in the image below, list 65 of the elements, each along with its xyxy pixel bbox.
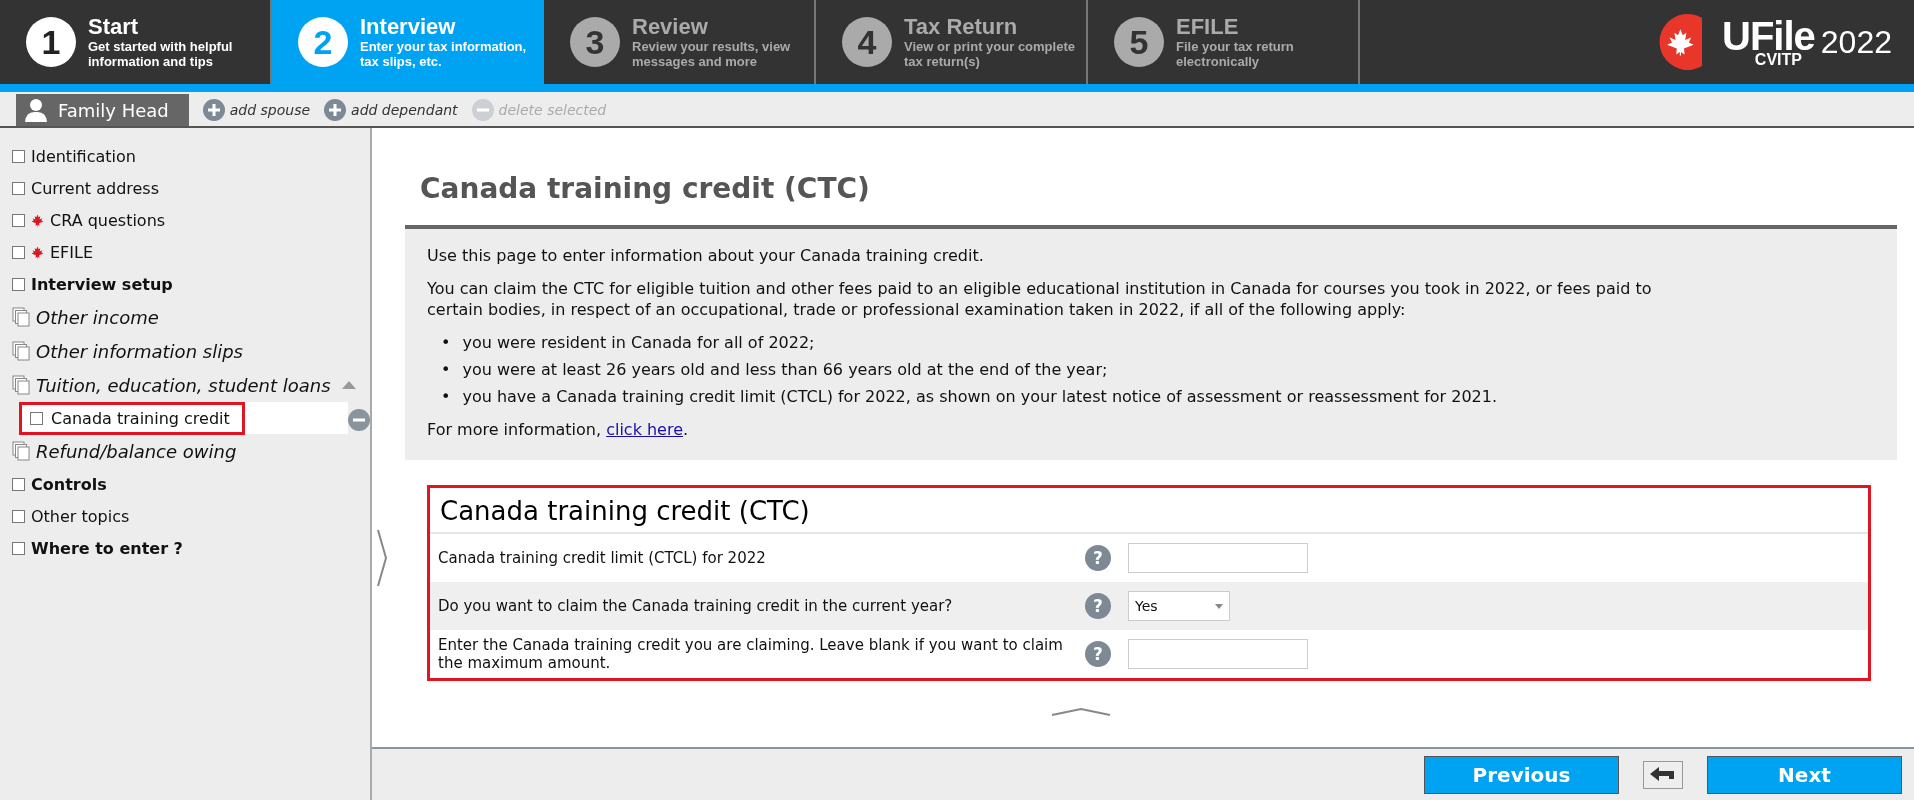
help-button[interactable]: ?: [1085, 545, 1111, 571]
action-link[interactable]: add dependant: [324, 94, 458, 126]
step-tab[interactable]: 1 Start Get started with helpful information and tips: [0, 0, 272, 84]
nav-item[interactable]: Tuition, education, student loans: [36, 373, 335, 397]
nav-item[interactable]: EFILE: [50, 241, 98, 263]
checkbox[interactable]: [12, 477, 25, 491]
info-text: You can claim the CTC for eligible tuition and other fees paid to an eligible educational institution in Canada for courses you took in 2022, or fees paid to certain bodies, in respect of an occupational, trade or professional examination taken in 2022, if all of the following apply:: [427, 278, 1653, 320]
help-button[interactable]: ?: [1085, 593, 1111, 619]
nav-item[interactable]: Interview setup: [31, 273, 177, 295]
bullet: •: [441, 359, 451, 380]
page-title: Canada training credit (CTC): [420, 172, 871, 205]
pages-icon: [12, 341, 30, 361]
bullet: •: [441, 386, 451, 407]
checkbox[interactable]: [12, 149, 25, 163]
plus-icon: [324, 99, 347, 121]
nav-item[interactable]: CRA questions: [50, 209, 170, 231]
step-tab[interactable]: 4 Tax Return View or print your complete tax return(s): [816, 0, 1088, 84]
field-label: Do you want to claim the Canada training credit in the current year?: [438, 597, 954, 615]
checkbox[interactable]: [12, 277, 25, 291]
nav-item[interactable]: Other income: [36, 305, 163, 329]
pages-icon: [12, 307, 30, 327]
family-tab[interactable]: Family Head: [16, 94, 189, 126]
minus-icon: [471, 99, 494, 121]
step-tab[interactable]: 5 EFILE File your tax return electronically: [1088, 0, 1360, 84]
help-button[interactable]: ?: [1085, 641, 1111, 667]
collapse-icon[interactable]: [342, 380, 356, 390]
checkbox[interactable]: [12, 181, 25, 195]
checkbox[interactable]: [12, 213, 25, 227]
form-title: Canada training credit (CTC): [430, 488, 1868, 534]
field-label: Enter the Canada training credit you are claiming. Leave blank if you want to claim the maximum amount.: [438, 636, 1064, 672]
link[interactable]: click here: [606, 420, 684, 439]
bullet-item: you were at least 26 years old and less than 66 years old at the end of the year;: [462, 359, 1108, 380]
step-tab[interactable]: 3 Review Review your results, view messages and more: [544, 0, 816, 84]
action-link[interactable]: add spouse: [202, 94, 311, 126]
dropdown[interactable]: Yes: [1128, 591, 1230, 621]
pages-icon: [12, 375, 30, 395]
nav-item[interactable]: Refund/balance owing: [36, 439, 241, 463]
bullet-item: you have a Canada training credit limit (CTCL) for 2022, as shown on your latest notice of assessment or reassessment for 2021.: [462, 386, 1498, 407]
nav-item[interactable]: Where to enter ?: [31, 537, 187, 559]
info-text: For more information, click here.: [427, 419, 690, 440]
nav-item[interactable]: Identification: [31, 145, 140, 167]
info-text: Use this page to enter information about your Canada training credit.: [427, 245, 985, 266]
caret-icon: [1215, 603, 1223, 609]
person-icon: [24, 98, 48, 122]
bullet: •: [441, 332, 451, 353]
expand-panel-icon[interactable]: [376, 528, 388, 588]
bullet-item: you were resident in Canada for all of 2022;: [462, 332, 815, 353]
nav-item[interactable]: Current address: [31, 177, 164, 199]
checkbox[interactable]: [12, 541, 25, 555]
return-arrow-icon: [1650, 767, 1676, 783]
input-field[interactable]: [1128, 639, 1308, 669]
checkbox[interactable]: [30, 411, 43, 425]
collapse-panel-icon[interactable]: [1051, 707, 1111, 717]
checkbox[interactable]: [12, 245, 25, 259]
nav-item[interactable]: Other topics: [31, 505, 134, 527]
back-button[interactable]: [1643, 761, 1683, 789]
pages-icon: [12, 441, 30, 461]
input-field[interactable]: [1128, 543, 1308, 573]
nav-item[interactable]: Other information slips: [36, 339, 247, 363]
checkbox[interactable]: [12, 509, 25, 523]
field-label: Canada training credit limit (CTCL) for 2022: [438, 549, 767, 567]
nav-item[interactable]: Controls: [31, 473, 111, 495]
logo: UFile CVITP 2022: [1656, 0, 1914, 84]
remove-icon[interactable]: [348, 409, 370, 431]
plus-icon: [202, 99, 225, 121]
